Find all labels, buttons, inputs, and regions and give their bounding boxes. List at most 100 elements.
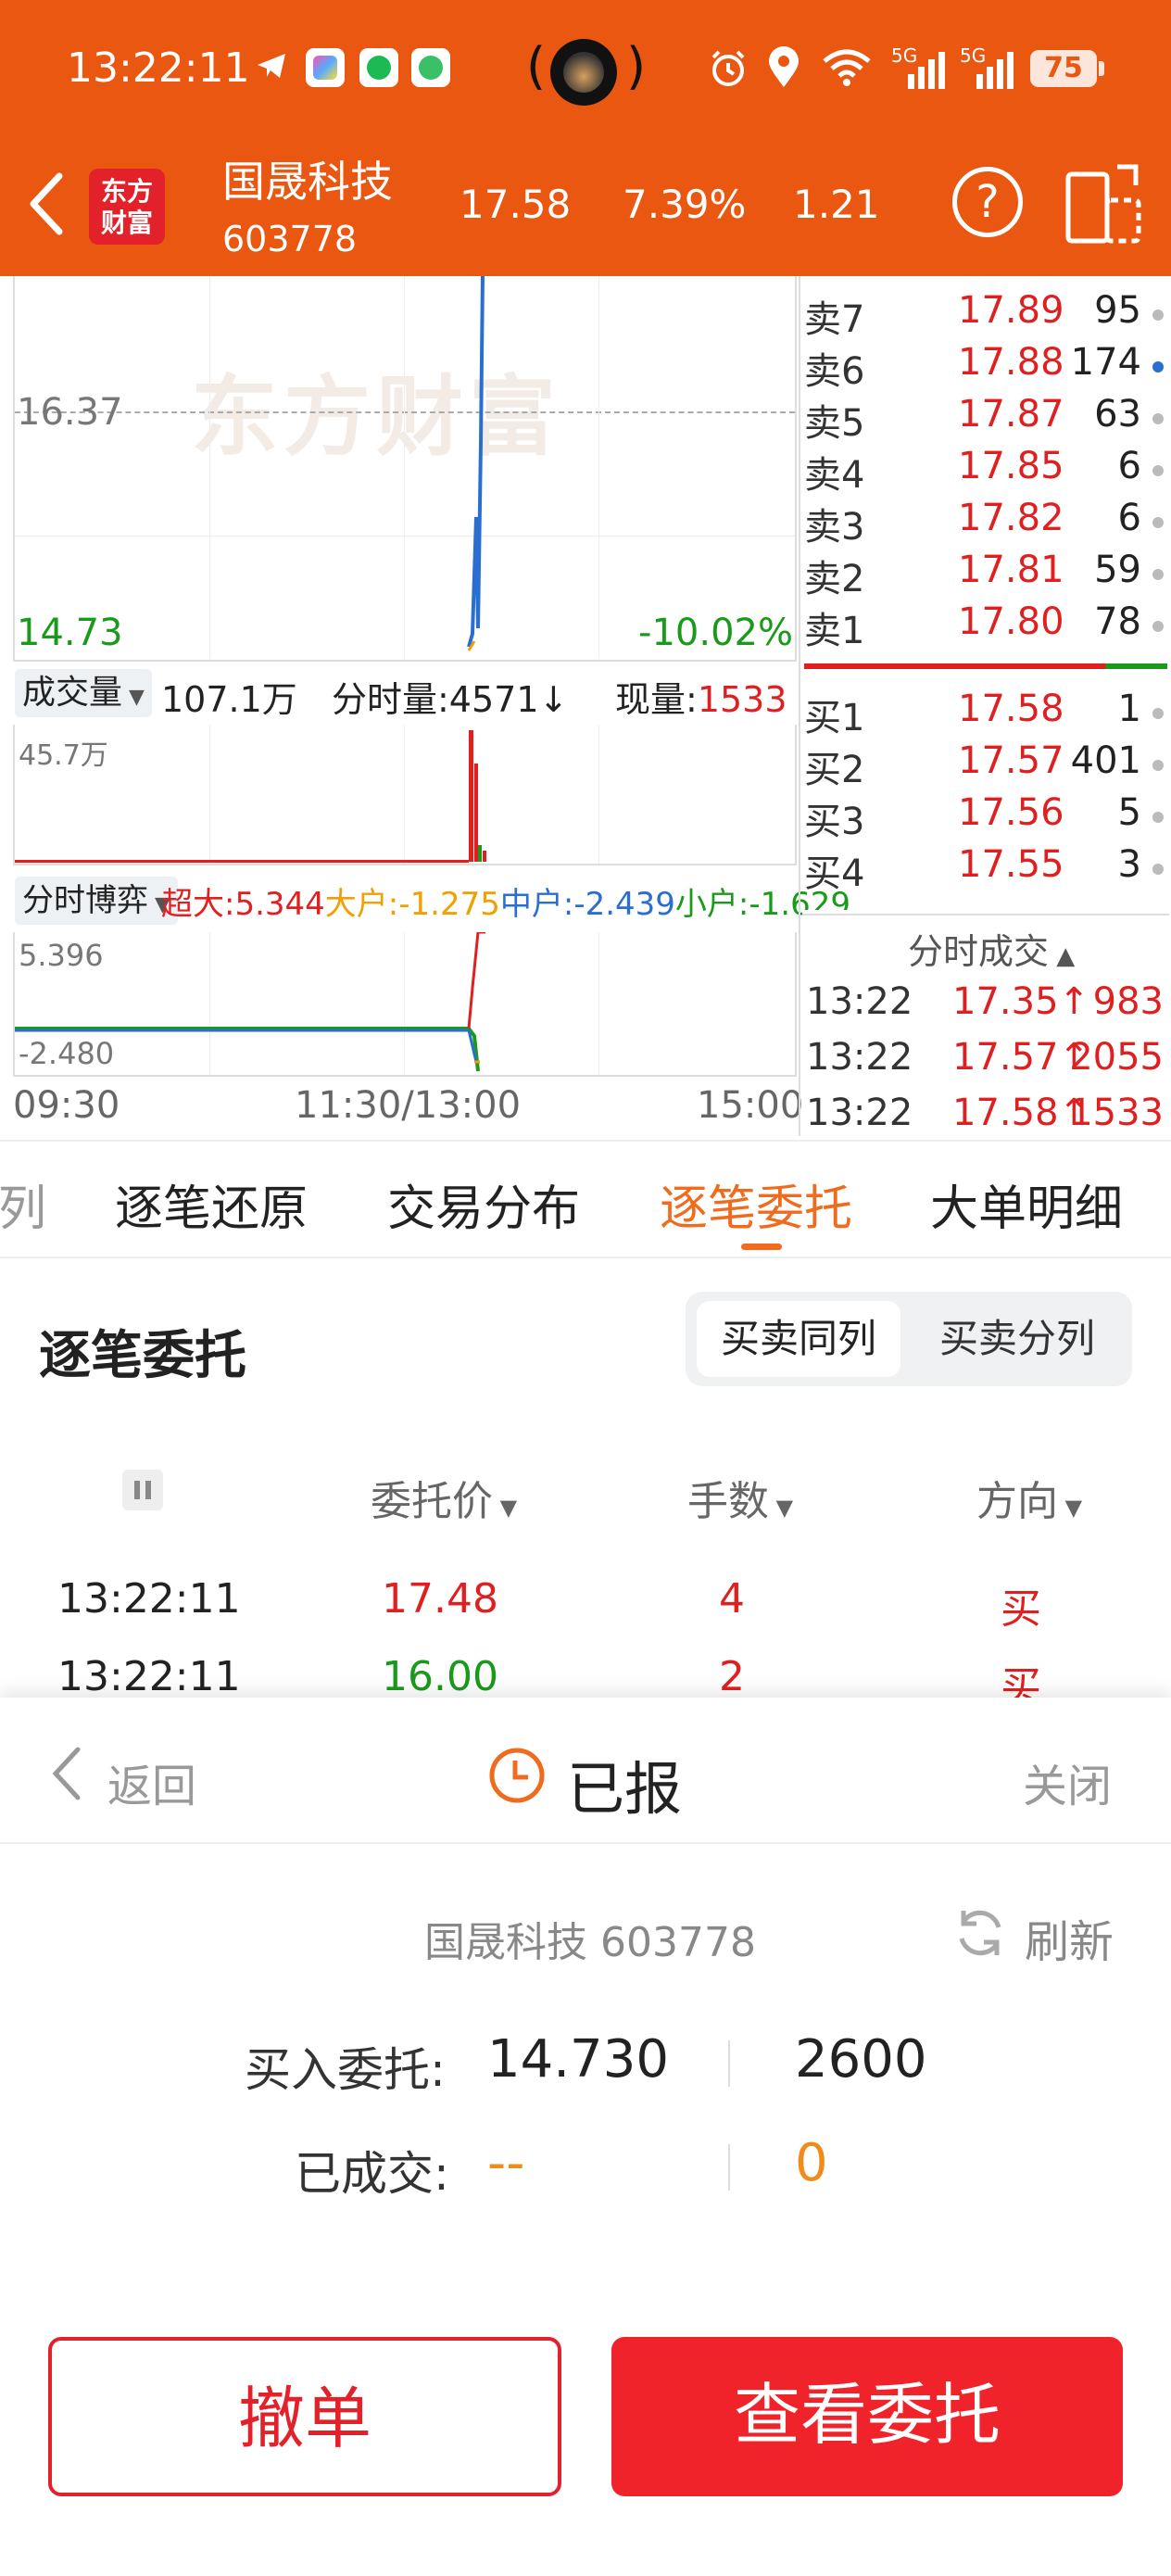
sheet-back-button[interactable]: 返回 [107, 1749, 196, 1814]
tab-partial[interactable]: 列 [0, 1169, 46, 1239]
ask-row[interactable]: 卖6 17.88 174 [804, 341, 1167, 393]
battery-icon: 75 [1030, 50, 1097, 87]
tab-zhubi-weituo[interactable]: 逐笔委托 [660, 1169, 852, 1239]
signal-5g-icon-2: 5G [960, 44, 1017, 89]
back-chevron-icon[interactable] [50, 1746, 82, 1801]
ask-level: 卖4 [804, 454, 865, 497]
ask-row[interactable]: 卖4 17.85 6 [804, 445, 1167, 497]
header-price: 17.58 [460, 182, 572, 227]
bid-row[interactable]: 买1 17.58 1 [804, 688, 1167, 739]
logo-text-1: 东方 [100, 176, 153, 207]
trades-title[interactable]: 分时成交 ▲ [908, 923, 1075, 974]
question-icon[interactable]: ? [952, 167, 1023, 237]
trades-title-label: 分时成交 [908, 931, 1050, 972]
logo-text-2: 财富 [100, 208, 153, 238]
book-split-bar [804, 663, 1167, 669]
alarm-icon [711, 50, 745, 86]
ask-price: 17.85 [958, 445, 1064, 487]
pause-icon[interactable] [122, 1470, 163, 1510]
volume-chart[interactable]: 45.7万 [13, 725, 797, 865]
col-price[interactable]: 委托价 ▼ [371, 1468, 517, 1527]
top-header: 13:22:11 ( ) 5G 5G 75 东方 财富 国晟科技 603778 1… [0, 0, 1171, 276]
ask-row[interactable]: 卖7 17.89 95 [804, 289, 1167, 341]
ask-volume: 6 [1117, 497, 1141, 539]
value-divider [728, 2040, 730, 2087]
game-legend-dahu: 大户:-1.275 [324, 886, 500, 923]
ask-price: 17.88 [958, 341, 1064, 384]
tab-zhubi-huanyuan[interactable]: 逐笔还原 [115, 1169, 308, 1239]
intraday-chart[interactable]: 东方财富 16.37 14.73 -10.02% [13, 276, 797, 662]
location-icon [769, 46, 799, 87]
game-legend-chaoda: 超大:5.344 [161, 886, 325, 923]
game-selector[interactable]: 分时博弈 ▼ [15, 877, 178, 925]
ask-level: 卖6 [804, 350, 865, 393]
bid-row[interactable]: 买3 17.56 5 [804, 791, 1167, 843]
time-label-mid: 11:30/13:00 [295, 1084, 522, 1127]
sort-icon: ▼ [769, 1495, 794, 1521]
back-chevron-icon[interactable] [26, 170, 67, 237]
sort-icon: ▼ [493, 1495, 518, 1521]
total-volume: 107.1万 [161, 679, 297, 720]
buy-order-qty: 2600 [795, 2029, 927, 2090]
order-time: 13:22:11 [57, 1653, 241, 1700]
bid-price: 17.55 [958, 843, 1064, 886]
volume-selector[interactable]: 成交量 ▼ [15, 669, 152, 717]
arrow-down-icon: ↓ [538, 679, 569, 720]
bid-volume: 401 [1070, 739, 1141, 782]
bid-level: 买4 [804, 852, 865, 895]
brand-logo: 东方 财富 [89, 169, 165, 245]
fund-flow-lines [15, 932, 485, 1072]
col-direction[interactable]: 方向 ▼ [976, 1468, 1082, 1527]
seg-same-column[interactable]: 买卖同列 [697, 1301, 900, 1377]
view-order-button[interactable]: 查看委托 [611, 2337, 1123, 2496]
status-dot-icon [1152, 708, 1164, 719]
order-book-top-cut [806, 274, 1169, 285]
game-selector-label: 分时博弈 [22, 882, 148, 919]
ask-level: 卖2 [804, 558, 865, 600]
ask-row[interactable]: 卖1 17.80 78 [804, 600, 1167, 652]
status-dot-icon [1152, 621, 1164, 632]
seg-split-column[interactable]: 买卖分列 [915, 1301, 1119, 1377]
refresh-button[interactable]: 刷新 [1025, 1905, 1114, 1970]
status-dot-icon [1152, 812, 1164, 823]
fenshi-volume-label: 分时量:4571 [332, 679, 539, 720]
order-book-divider [799, 276, 800, 1136]
battery-tip [1099, 61, 1104, 76]
trade-time: 13:22 [806, 980, 913, 1023]
ask-volume: 59 [1094, 549, 1141, 591]
ask-price: 17.82 [958, 497, 1064, 539]
status-dot-icon [1152, 569, 1164, 580]
tab-jiaoyi-fenbu[interactable]: 交易分布 [387, 1169, 580, 1239]
cancel-order-button[interactable]: 撤单 [48, 2337, 561, 2496]
order-qty: 2 [719, 1653, 745, 1700]
bid-row[interactable]: 买4 17.55 3 [804, 843, 1167, 895]
sheet-close-button[interactable]: 关闭 [1023, 1749, 1112, 1814]
stock-name[interactable]: 国晟科技 [222, 148, 393, 209]
ask-row[interactable]: 卖3 17.82 6 [804, 497, 1167, 549]
now-volume-label: 现量: [615, 679, 698, 720]
ask-row[interactable]: 卖2 17.81 59 [804, 549, 1167, 600]
avatar: ( [526, 37, 547, 95]
refresh-icon[interactable] [952, 1905, 1008, 1961]
status-dot-icon [1152, 413, 1164, 424]
col-qty-label: 手数 [687, 1478, 769, 1525]
grid-line [598, 725, 599, 864]
fund-flow-chart[interactable]: 5.396 -2.480 [13, 932, 797, 1077]
trade-time: 13:22 [806, 1036, 913, 1079]
split-view-icon[interactable] [1065, 163, 1143, 245]
status-dot-icon [1152, 465, 1164, 476]
tab-dadan-mingxi[interactable]: 大单明细 [930, 1169, 1123, 1239]
col-qty[interactable]: 手数 ▼ [687, 1468, 793, 1527]
stock-code: 603778 [222, 219, 358, 259]
fenshi-volume: 分时量:4571↓ [332, 671, 568, 722]
ask-row[interactable]: 卖5 17.87 63 [804, 393, 1167, 445]
grid-line [404, 725, 405, 864]
game-legend: 超大:5.344大户:-1.275中户:-2.439小户:-1.629 [161, 878, 850, 924]
trade-price: 17.35↑ [952, 980, 1090, 1023]
volume-selector-label: 成交量 [22, 674, 123, 712]
ask-price: 17.81 [958, 549, 1064, 591]
buy-order-label: 买入委托: [245, 2043, 446, 2097]
status-dot-icon [1152, 309, 1164, 321]
ask-level: 卖3 [804, 506, 865, 549]
bid-row[interactable]: 买2 17.57 401 [804, 739, 1167, 791]
